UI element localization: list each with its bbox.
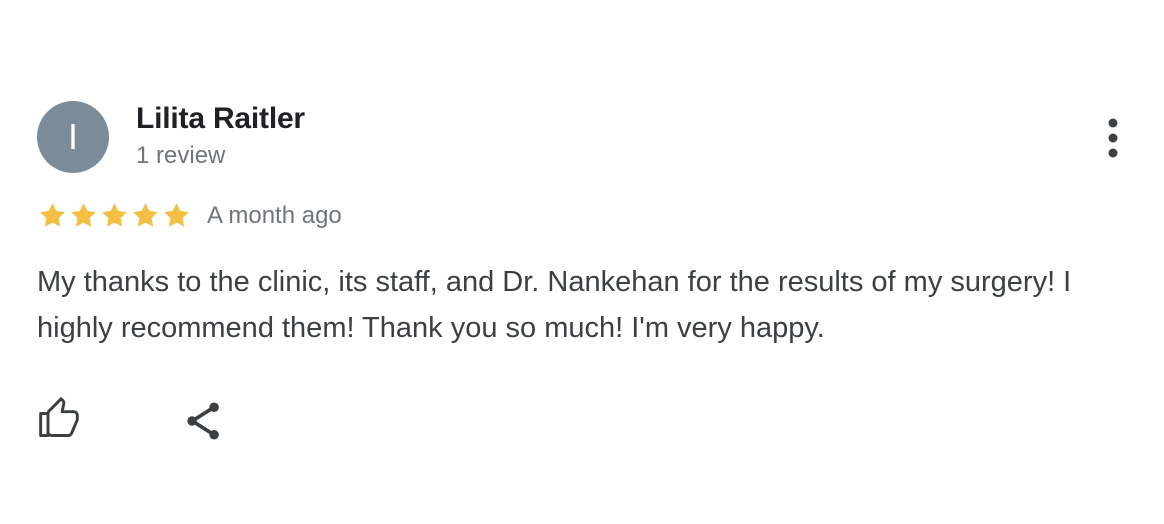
review-text: My thanks to the clinic, its staff, and … [37,266,1072,344]
star-icon [164,203,189,227]
reviewer-name[interactable]: Lilita Raitler [136,102,305,136]
share-icon [187,402,219,440]
share-button[interactable] [180,397,228,445]
avatar-initial: I [67,116,78,157]
star-icon [71,203,96,227]
like-button[interactable] [35,395,83,443]
star-icon [133,203,158,227]
review-date: A month ago [207,202,342,229]
avatar[interactable]: I [37,101,109,173]
star-icon [40,203,65,227]
more-vert-icon [1108,118,1118,158]
star-rating [37,200,192,231]
star-icon [102,203,127,227]
thumb-up-icon [39,397,79,437]
more-options-button[interactable] [1096,112,1130,164]
reviewer-review-count: 1 review [136,142,226,169]
